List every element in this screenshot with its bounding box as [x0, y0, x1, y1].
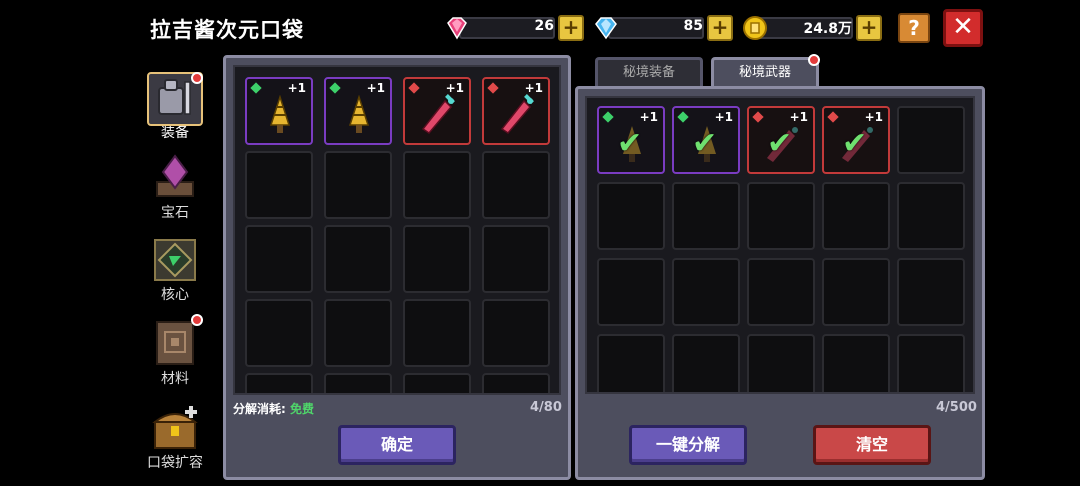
material-icon — [147, 314, 203, 372]
sidebar-item-gem[interactable]: 宝石 — [140, 152, 210, 222]
empty-slot[interactable] — [403, 151, 471, 219]
sword-icon — [421, 94, 455, 134]
selected-item-slot[interactable]: +1 ✔ — [822, 106, 890, 174]
empty-slot[interactable] — [672, 258, 740, 326]
backpack-grid[interactable]: +1 +1 +1 +1 — [233, 65, 561, 395]
empty-slot[interactable] — [245, 299, 313, 367]
notification-dot — [191, 314, 203, 326]
drill-icon — [269, 95, 291, 133]
blue-diamond-value: 85 — [683, 18, 703, 34]
check-icon: ✔ — [692, 126, 718, 161]
selected-item-slot[interactable]: +1 ✔ — [672, 106, 740, 174]
sidebar-item-core[interactable]: 核心 — [140, 234, 210, 304]
empty-slot[interactable] — [597, 334, 665, 392]
gold-coin-icon — [743, 16, 767, 40]
tab-secret-weapons[interactable]: 秘境武器 — [711, 57, 819, 87]
add-blue-diamond-button[interactable]: + — [707, 15, 733, 41]
empty-slot[interactable] — [482, 299, 550, 367]
empty-slot[interactable] — [897, 258, 965, 326]
empty-slot[interactable] — [897, 106, 965, 174]
item-level: +1 — [366, 81, 385, 95]
page-title: 拉吉酱次元口袋 — [150, 18, 304, 42]
backpack-count: 4/80 — [530, 400, 562, 415]
green-gem-icon — [677, 111, 689, 123]
item-slot[interactable]: +1 — [245, 77, 313, 145]
pink-gem-value: 26 — [534, 18, 554, 34]
empty-slot[interactable] — [403, 373, 471, 393]
sidebar-item-pocket-expand[interactable]: 口袋扩容 — [140, 402, 210, 472]
empty-slot[interactable] — [597, 258, 665, 326]
empty-slot[interactable] — [482, 151, 550, 219]
empty-slot[interactable] — [897, 334, 965, 392]
decompose-cost: 分解消耗: 免费 — [233, 400, 314, 417]
empty-slot[interactable] — [482, 225, 550, 293]
empty-slot[interactable] — [597, 182, 665, 250]
empty-slot[interactable] — [822, 258, 890, 326]
currency-pink-gem: 26 + — [443, 14, 584, 42]
currency-blue-diamond: 85 + — [592, 14, 733, 42]
clear-button[interactable]: 清空 — [813, 425, 931, 465]
cost-value: 免费 — [290, 402, 315, 416]
notification-dot — [808, 54, 820, 66]
green-gem-icon — [250, 82, 262, 94]
gem-icon — [147, 152, 203, 206]
empty-slot[interactable] — [747, 258, 815, 326]
empty-slot[interactable] — [482, 373, 550, 393]
empty-slot[interactable] — [245, 225, 313, 293]
decompose-count: 4/500 — [936, 400, 977, 415]
help-button[interactable]: ? — [898, 13, 930, 43]
empty-slot[interactable] — [672, 334, 740, 392]
empty-slot[interactable] — [747, 334, 815, 392]
sidebar-item-equipment[interactable]: 装备 — [140, 72, 210, 142]
pink-gem-icon — [447, 17, 467, 40]
notification-dot — [191, 72, 203, 84]
blue-diamond-icon — [595, 17, 617, 40]
tab-secret-equipment[interactable]: 秘境装备 — [595, 57, 703, 87]
selected-item-slot[interactable]: +1 ✔ — [747, 106, 815, 174]
selected-item-slot[interactable]: +1 ✔ — [597, 106, 665, 174]
check-icon: ✔ — [767, 126, 793, 161]
add-gold-coin-button[interactable]: + — [856, 15, 882, 41]
drill-icon — [348, 95, 370, 133]
item-level: +1 — [287, 81, 306, 95]
green-gem-icon — [329, 82, 341, 94]
sword-icon — [500, 94, 534, 134]
item-level: +1 — [639, 110, 658, 124]
check-icon: ✔ — [617, 126, 643, 161]
check-icon: ✔ — [842, 126, 868, 161]
cost-label: 分解消耗: — [233, 402, 286, 416]
item-slot[interactable]: +1 — [403, 77, 471, 145]
empty-slot[interactable] — [822, 334, 890, 392]
core-icon — [147, 234, 203, 288]
green-gem-icon — [602, 111, 614, 123]
empty-slot[interactable] — [822, 182, 890, 250]
item-level: +1 — [714, 110, 733, 124]
empty-slot[interactable] — [403, 225, 471, 293]
gold-coin-value: 24.8万 — [803, 21, 852, 37]
empty-slot[interactable] — [245, 151, 313, 219]
empty-slot[interactable] — [403, 299, 471, 367]
empty-slot[interactable] — [245, 373, 313, 393]
decompose-grid[interactable]: +1 ✔ +1 ✔ +1 ✔ +1 ✔ — [585, 96, 975, 394]
item-slot[interactable]: +1 — [482, 77, 550, 145]
close-button[interactable]: ✕ — [943, 9, 983, 47]
add-pink-gem-button[interactable]: + — [558, 15, 584, 41]
empty-slot[interactable] — [747, 182, 815, 250]
chest-icon — [147, 402, 203, 456]
empty-slot[interactable] — [324, 151, 392, 219]
empty-slot[interactable] — [324, 225, 392, 293]
sidebar-item-material[interactable]: 材料 — [140, 314, 210, 388]
empty-slot[interactable] — [897, 182, 965, 250]
confirm-button[interactable]: 确定 — [338, 425, 456, 465]
armor-icon — [147, 72, 203, 126]
empty-slot[interactable] — [672, 182, 740, 250]
item-slot[interactable]: +1 — [324, 77, 392, 145]
empty-slot[interactable] — [324, 373, 392, 393]
empty-slot[interactable] — [324, 299, 392, 367]
currency-gold-coin: 24.8万 + — [741, 14, 882, 42]
one-click-decompose-button[interactable]: 一键分解 — [629, 425, 747, 465]
